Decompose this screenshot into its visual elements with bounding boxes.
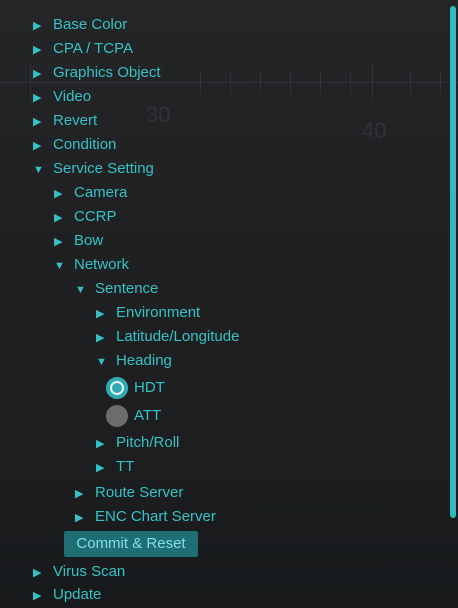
expand-arrow-icon: ▶	[33, 140, 42, 152]
tree-item-label: Camera	[74, 184, 128, 201]
tree-item-label: Pitch/Roll	[116, 434, 180, 451]
tree-item-revert[interactable]: ▶ Revert	[33, 109, 97, 133]
tree-item-label: Update	[53, 586, 102, 603]
tree-item-label: Network	[74, 256, 130, 273]
expand-arrow-icon: ▶	[33, 20, 42, 32]
radio-label: ATT	[134, 407, 162, 424]
expand-arrow-icon: ▶	[54, 188, 63, 200]
expand-arrow-icon: ▶	[96, 308, 105, 320]
tree-item-label: Latitude/Longitude	[116, 328, 240, 345]
tree-item-label: Revert	[53, 112, 98, 129]
tree-item-bow[interactable]: ▶ Bow	[54, 229, 103, 253]
expand-arrow-icon: ▶	[96, 438, 105, 450]
tree-item-condition[interactable]: ▶ Condition	[33, 133, 116, 157]
collapse-arrow-icon: ▼	[75, 284, 86, 296]
scrollbar[interactable]	[450, 6, 456, 518]
tree-item-environment[interactable]: ▶ Environment	[96, 301, 200, 325]
collapse-arrow-icon: ▼	[54, 260, 65, 272]
tree-item-label: Base Color	[53, 16, 128, 33]
expand-arrow-icon: ▶	[33, 116, 42, 128]
tree-item-label: CPA / TCPA	[53, 40, 134, 57]
tree-item-enc-chart-server[interactable]: ▶ ENC Chart Server	[75, 505, 216, 529]
expand-arrow-icon: ▶	[96, 462, 105, 474]
radio-option-hdt[interactable]: HDT	[106, 376, 226, 400]
tree-item-label: Service Setting	[53, 160, 154, 177]
tree-item-cpa-tcpa[interactable]: ▶ CPA / TCPA	[33, 37, 133, 61]
tree-item-label: ENC Chart Server	[95, 508, 216, 525]
radio-selected-icon[interactable]	[106, 377, 128, 399]
expand-arrow-icon: ▶	[33, 567, 42, 579]
expand-arrow-icon: ▶	[96, 332, 105, 344]
tree-item-heading[interactable]: ▼ Heading	[96, 349, 172, 373]
tree-item-latitude-longitude[interactable]: ▶ Latitude/Longitude	[96, 325, 239, 349]
expand-arrow-icon: ▶	[75, 488, 84, 500]
tree-item-video[interactable]: ▶ Video	[33, 85, 91, 109]
tree-item-tt[interactable]: ▶ TT	[96, 455, 134, 479]
collapse-arrow-icon: ▼	[96, 356, 107, 368]
tree-item-label: CCRP	[74, 208, 117, 225]
tree-item-label: Sentence	[95, 280, 159, 297]
expand-arrow-icon: ▶	[33, 590, 42, 602]
tree-item-route-server[interactable]: ▶ Route Server	[75, 481, 183, 505]
expand-arrow-icon: ▶	[33, 68, 42, 80]
collapse-arrow-icon: ▼	[33, 164, 44, 176]
expand-arrow-icon: ▶	[75, 512, 84, 524]
tree-item-label: Condition	[53, 136, 117, 153]
tree-item-label: Virus Scan	[53, 563, 126, 580]
expand-arrow-icon: ▶	[33, 92, 42, 104]
tree-item-label: Bow	[74, 232, 104, 249]
radio-label: HDT	[134, 379, 165, 396]
tree-item-label: Video	[53, 88, 92, 105]
tree-item-update[interactable]: ▶ Update	[33, 583, 101, 607]
expand-arrow-icon: ▶	[54, 236, 63, 248]
radio-unselected-icon[interactable]	[106, 405, 128, 427]
tree-item-label: Environment	[116, 304, 201, 321]
tree-item-pitch-roll[interactable]: ▶ Pitch/Roll	[96, 431, 179, 455]
tree-item-network[interactable]: ▼ Network	[54, 253, 129, 277]
tree-item-label: TT	[116, 458, 135, 475]
tree-item-service-setting[interactable]: ▼ Service Setting	[33, 157, 154, 181]
radio-option-att[interactable]: ATT	[106, 404, 226, 428]
tree-item-sentence[interactable]: ▼ Sentence	[75, 277, 158, 301]
tree-item-virus-scan[interactable]: ▶ Virus Scan	[33, 560, 125, 584]
tree-item-label: Route Server	[95, 484, 184, 501]
tree-item-label: Graphics Object	[53, 64, 161, 81]
tree-item-base-color[interactable]: ▶ Base Color	[33, 13, 127, 37]
expand-arrow-icon: ▶	[54, 212, 63, 224]
tree-item-label: Heading	[116, 352, 172, 369]
tree-item-ccrp[interactable]: ▶ CCRP	[54, 205, 117, 229]
tree-item-camera[interactable]: ▶ Camera	[54, 181, 127, 205]
expand-arrow-icon: ▶	[33, 44, 42, 56]
commit-reset-button[interactable]: Commit & Reset	[64, 531, 198, 557]
tree-item-graphics-object[interactable]: ▶ Graphics Object	[33, 61, 161, 85]
